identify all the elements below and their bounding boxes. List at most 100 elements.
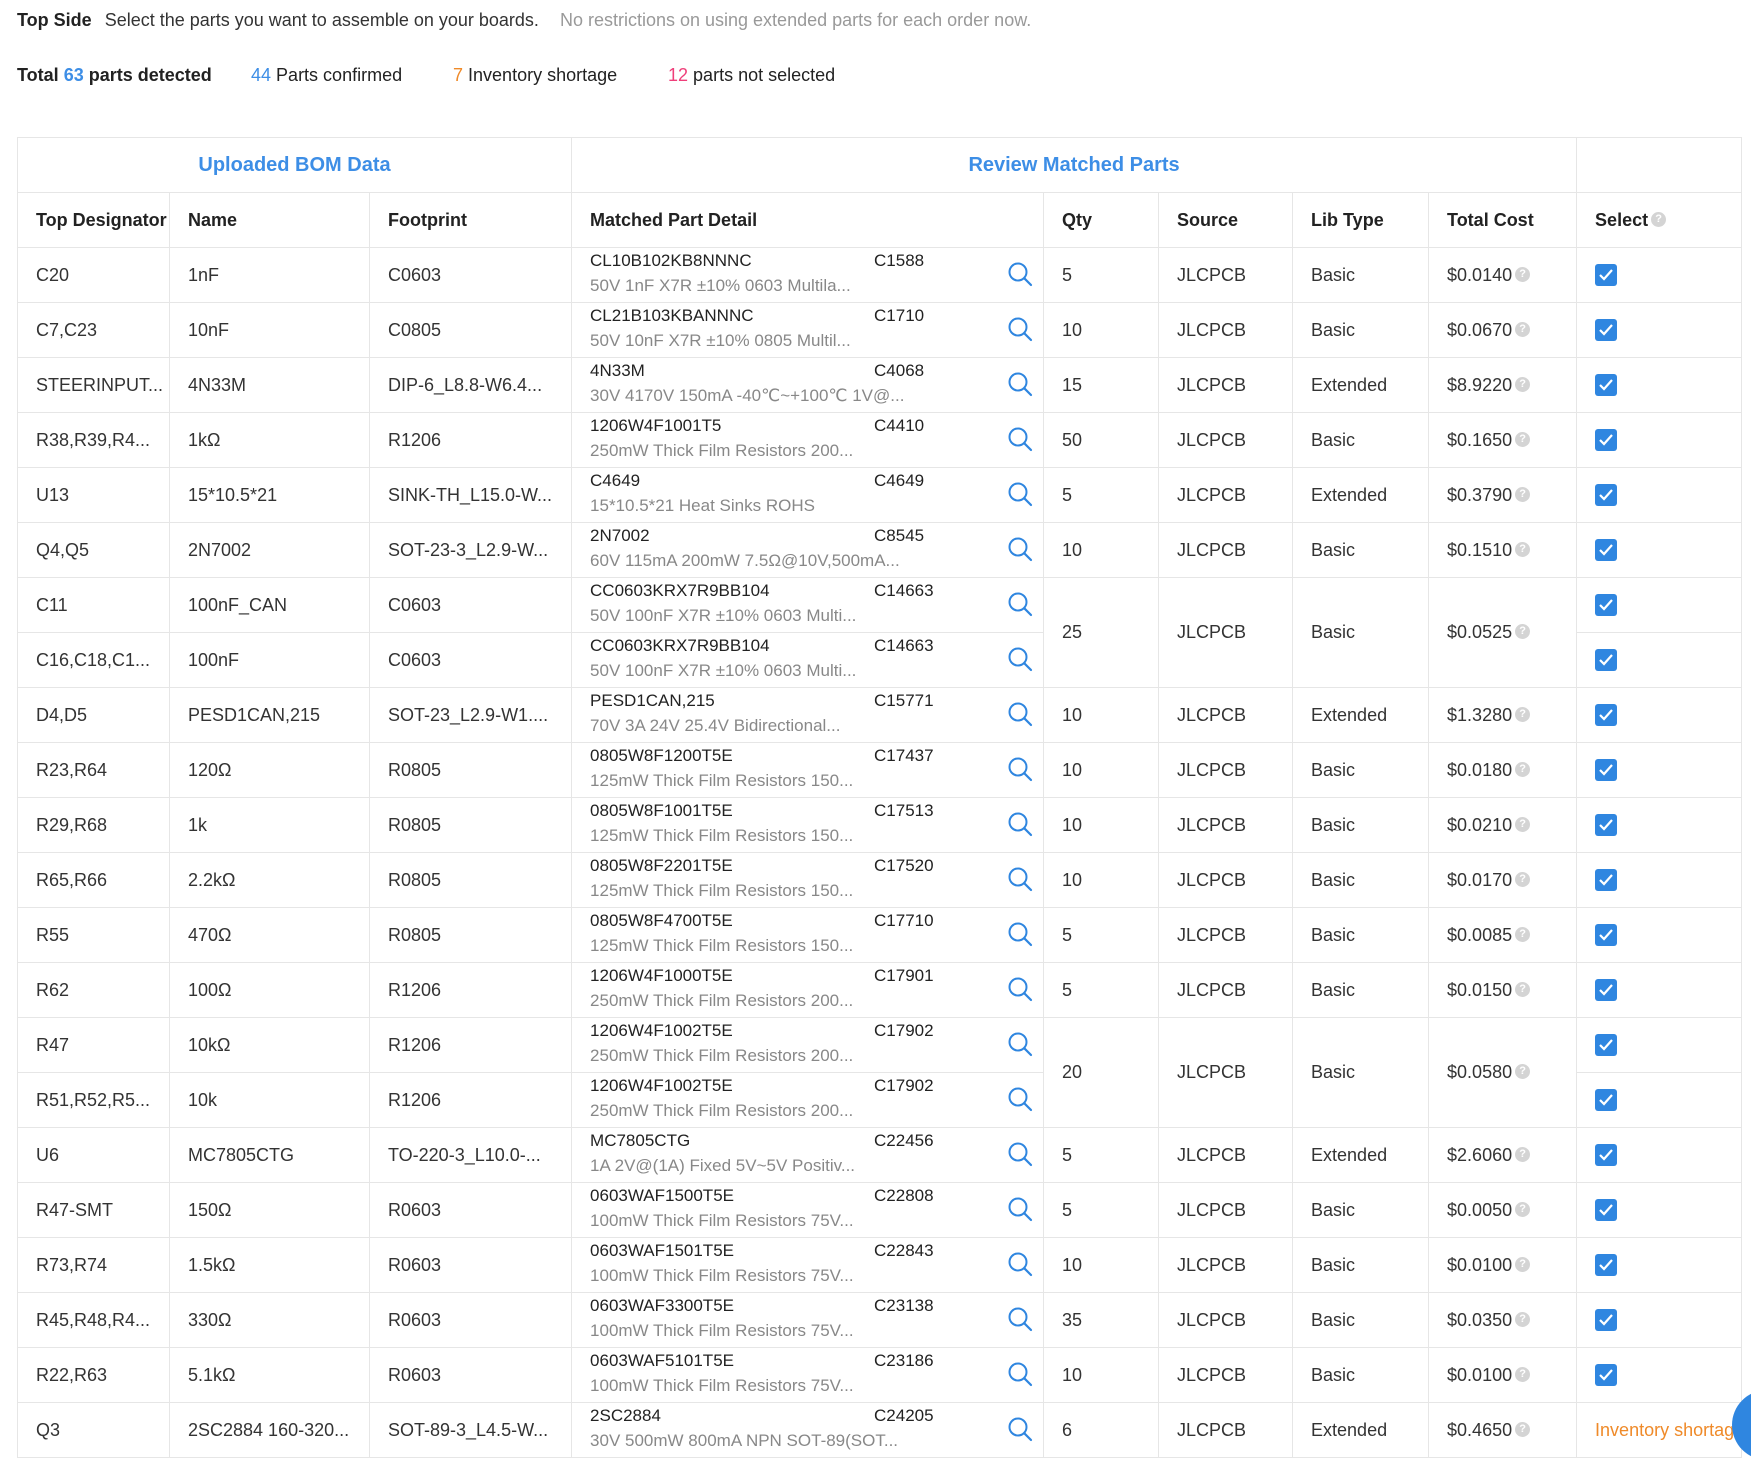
search-icon[interactable]: [1007, 591, 1033, 617]
search-icon[interactable]: [1007, 536, 1033, 562]
checkbox-checked-icon[interactable]: [1595, 264, 1618, 287]
lcsc-part-number[interactable]: C17520: [874, 856, 934, 876]
lcsc-part-number[interactable]: C4068: [874, 361, 924, 381]
checkbox-checked-icon[interactable]: [1595, 1309, 1618, 1332]
lcsc-part-number[interactable]: C17902: [874, 1021, 934, 1041]
inventory-shortage-stat[interactable]: 7 Inventory shortage: [453, 65, 617, 86]
part-number[interactable]: CL21B103KBANNNC: [590, 306, 753, 326]
lcsc-part-number[interactable]: C17437: [874, 746, 934, 766]
part-number[interactable]: 4N33M: [590, 361, 645, 381]
select-help-icon[interactable]: ?: [1651, 211, 1667, 227]
cost-help-icon[interactable]: ?: [1515, 981, 1531, 997]
cost-help-icon[interactable]: ?: [1515, 1064, 1531, 1079]
search-icon[interactable]: [1007, 976, 1033, 1002]
lcsc-part-number[interactable]: C4649: [874, 471, 924, 491]
cost-help-icon[interactable]: ?: [1515, 706, 1531, 722]
checkbox-checked-icon[interactable]: [1595, 979, 1618, 1002]
checkbox-checked-icon[interactable]: [1595, 484, 1618, 507]
lcsc-part-number[interactable]: C1710: [874, 306, 924, 326]
cost-help-icon[interactable]: ?: [1515, 1366, 1531, 1382]
search-icon[interactable]: [1007, 1141, 1033, 1167]
cost-help-icon[interactable]: ?: [1515, 376, 1531, 392]
part-number[interactable]: 1206W4F1002T5E: [590, 1021, 733, 1041]
search-icon[interactable]: [1007, 1031, 1033, 1057]
confirmed-parts-stat[interactable]: 44 Parts confirmed: [251, 65, 402, 86]
part-number[interactable]: 0805W8F1001T5E: [590, 801, 733, 821]
part-number[interactable]: 1206W4F1000T5E: [590, 966, 733, 986]
part-number[interactable]: 1206W4F1001T5: [590, 416, 721, 436]
part-number[interactable]: CC0603KRX7R9BB104: [590, 636, 770, 656]
search-icon[interactable]: [1007, 646, 1033, 672]
part-number[interactable]: PESD1CAN,215: [590, 691, 715, 711]
cost-help-icon[interactable]: ?: [1515, 926, 1531, 942]
checkbox-checked-icon[interactable]: [1595, 1144, 1618, 1167]
checkbox-checked-icon[interactable]: [1595, 1199, 1618, 1222]
part-number[interactable]: 1206W4F1002T5E: [590, 1076, 733, 1096]
part-number[interactable]: 0805W8F4700T5E: [590, 911, 733, 931]
lcsc-part-number[interactable]: C17901: [874, 966, 934, 986]
search-icon[interactable]: [1007, 921, 1033, 947]
lcsc-part-number[interactable]: C24205: [874, 1406, 934, 1426]
lcsc-part-number[interactable]: C22456: [874, 1131, 934, 1151]
cost-help-icon[interactable]: ?: [1515, 266, 1531, 282]
search-icon[interactable]: [1007, 1196, 1033, 1222]
checkbox-checked-icon[interactable]: [1595, 924, 1618, 947]
checkbox-checked-icon[interactable]: [1595, 704, 1618, 727]
lcsc-part-number[interactable]: C1588: [874, 251, 924, 271]
part-number[interactable]: CL10B102KB8NNNC: [590, 251, 752, 271]
lcsc-part-number[interactable]: C23186: [874, 1351, 934, 1371]
lcsc-part-number[interactable]: C14663: [874, 581, 934, 601]
search-icon[interactable]: [1007, 1416, 1033, 1442]
search-icon[interactable]: [1007, 701, 1033, 727]
lcsc-part-number[interactable]: C17513: [874, 801, 934, 821]
part-number[interactable]: 0603WAF3300T5E: [590, 1296, 734, 1316]
part-number[interactable]: 0603WAF1501T5E: [590, 1241, 734, 1261]
cost-help-icon[interactable]: ?: [1515, 541, 1531, 557]
lcsc-part-number[interactable]: C17710: [874, 911, 934, 931]
part-number[interactable]: 0603WAF1500T5E: [590, 1186, 734, 1206]
part-number[interactable]: 0603WAF5101T5E: [590, 1351, 734, 1371]
checkbox-checked-icon[interactable]: [1595, 1089, 1618, 1112]
search-icon[interactable]: [1007, 261, 1033, 287]
search-icon[interactable]: [1007, 811, 1033, 837]
checkbox-checked-icon[interactable]: [1595, 1034, 1618, 1057]
checkbox-checked-icon[interactable]: [1595, 594, 1618, 617]
search-icon[interactable]: [1007, 1361, 1033, 1387]
lcsc-part-number[interactable]: C8545: [874, 526, 924, 546]
lcsc-part-number[interactable]: C15771: [874, 691, 934, 711]
part-number[interactable]: 0805W8F2201T5E: [590, 856, 733, 876]
search-icon[interactable]: [1007, 316, 1033, 342]
cost-help-icon[interactable]: ?: [1515, 1311, 1531, 1327]
cost-help-icon[interactable]: ?: [1515, 871, 1531, 887]
checkbox-checked-icon[interactable]: [1595, 869, 1618, 892]
part-number[interactable]: CC0603KRX7R9BB104: [590, 581, 770, 601]
cost-help-icon[interactable]: ?: [1515, 1421, 1531, 1437]
cost-help-icon[interactable]: ?: [1515, 486, 1531, 502]
checkbox-checked-icon[interactable]: [1595, 429, 1618, 452]
part-number[interactable]: C4649: [590, 471, 640, 491]
search-icon[interactable]: [1007, 371, 1033, 397]
part-number[interactable]: MC7805CTG: [590, 1131, 690, 1151]
cost-help-icon[interactable]: ?: [1515, 816, 1531, 832]
lcsc-part-number[interactable]: C23138: [874, 1296, 934, 1316]
checkbox-checked-icon[interactable]: [1595, 814, 1618, 837]
checkbox-checked-icon[interactable]: [1595, 319, 1618, 342]
not-selected-stat[interactable]: 12 parts not selected: [668, 65, 835, 86]
lcsc-part-number[interactable]: C4410: [874, 416, 924, 436]
checkbox-checked-icon[interactable]: [1595, 539, 1618, 562]
cost-help-icon[interactable]: ?: [1515, 761, 1531, 777]
checkbox-checked-icon[interactable]: [1595, 374, 1618, 397]
search-icon[interactable]: [1007, 426, 1033, 452]
checkbox-checked-icon[interactable]: [1595, 1364, 1618, 1387]
search-icon[interactable]: [1007, 481, 1033, 507]
cost-help-icon[interactable]: ?: [1515, 1256, 1531, 1272]
cost-help-icon[interactable]: ?: [1515, 1146, 1531, 1162]
checkbox-checked-icon[interactable]: [1595, 649, 1618, 672]
search-icon[interactable]: [1007, 1086, 1033, 1112]
inventory-shortage-label[interactable]: Inventory shortage: [1595, 1420, 1741, 1440]
checkbox-checked-icon[interactable]: [1595, 1254, 1618, 1277]
cost-help-icon[interactable]: ?: [1515, 624, 1531, 639]
search-icon[interactable]: [1007, 1306, 1033, 1332]
search-icon[interactable]: [1007, 1251, 1033, 1277]
cost-help-icon[interactable]: ?: [1515, 321, 1531, 337]
